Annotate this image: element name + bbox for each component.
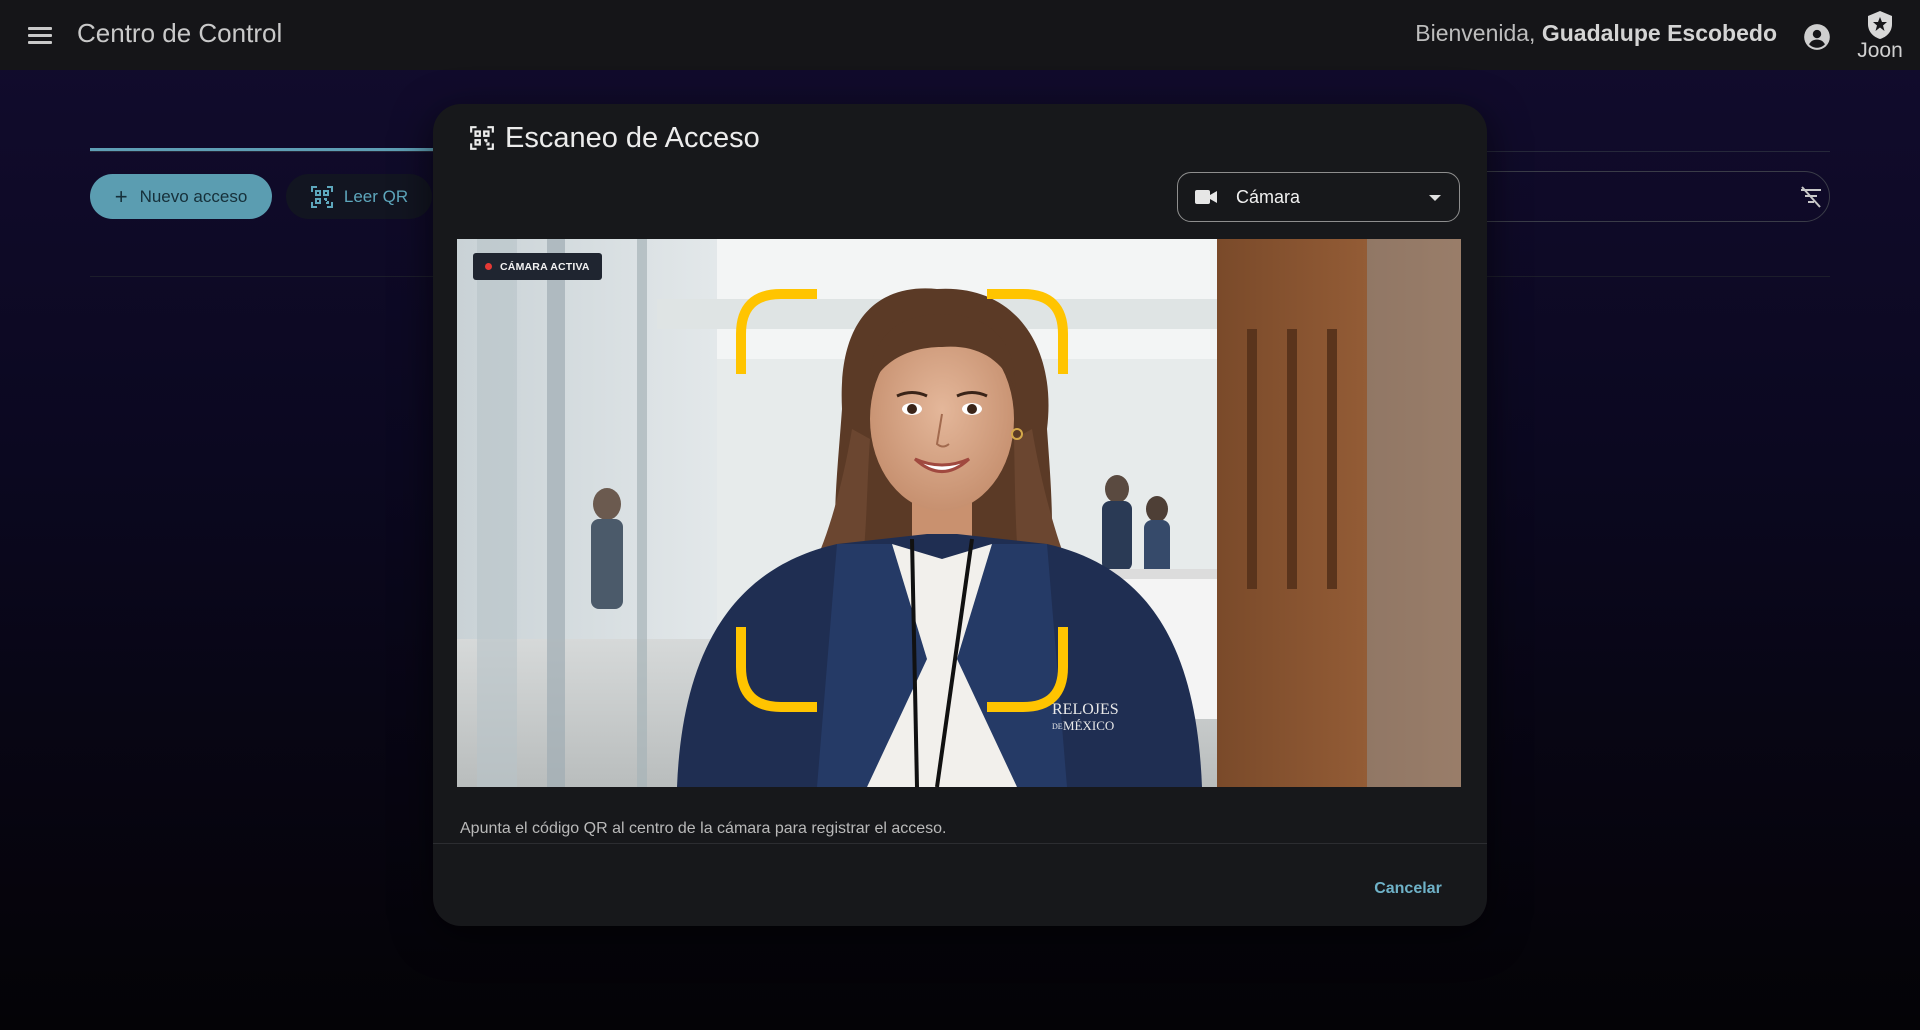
videocam-icon bbox=[1195, 190, 1217, 204]
new-access-label: Nuevo acceso bbox=[139, 186, 248, 206]
account-circle-icon[interactable] bbox=[1803, 23, 1831, 51]
menu-icon-bar bbox=[28, 34, 52, 37]
dialog-header: Escaneo de Acceso bbox=[469, 118, 760, 158]
scan-corner-bottom-left bbox=[736, 627, 817, 712]
access-scan-dialog: Escaneo de Acceso Cámara RELOJES DE MÉXI… bbox=[433, 104, 1487, 926]
read-qr-label: Leer QR bbox=[343, 186, 409, 206]
cancel-button[interactable]: Cancelar bbox=[1363, 870, 1453, 908]
menu-button[interactable] bbox=[26, 23, 54, 47]
dialog-title: Escaneo de Acceso bbox=[505, 121, 760, 154]
brand-logo: Joon bbox=[1852, 10, 1908, 62]
menu-icon-bar bbox=[28, 27, 52, 30]
read-qr-button[interactable]: Leer QR bbox=[286, 174, 432, 219]
welcome-prefix: Bienvenida, bbox=[1415, 20, 1536, 46]
filter-off-icon[interactable] bbox=[1798, 186, 1824, 208]
scan-corner-top-right bbox=[987, 289, 1068, 374]
scan-frame-overlay bbox=[736, 289, 1068, 712]
app-title: Centro de Control bbox=[77, 18, 283, 48]
user-name: Guadalupe Escobedo bbox=[1541, 20, 1777, 46]
dialog-divider bbox=[433, 843, 1487, 844]
scan-corner-bottom-right bbox=[987, 627, 1068, 712]
welcome-message: Bienvenida, Guadalupe Escobedo bbox=[1415, 20, 1777, 47]
shield-logo-icon bbox=[1868, 11, 1892, 39]
scan-instructions: Apunta el código QR al centro de la cáma… bbox=[460, 820, 947, 837]
new-access-button[interactable]: + Nuevo acceso bbox=[90, 174, 272, 219]
qr-scan-icon bbox=[310, 185, 333, 208]
search-field[interactable] bbox=[1440, 171, 1830, 222]
plus-icon: + bbox=[114, 183, 128, 209]
caret-down-icon bbox=[1429, 195, 1441, 201]
menu-icon-bar bbox=[28, 41, 52, 44]
qr-scan-icon bbox=[470, 126, 494, 150]
camera-source-select[interactable]: Cámara bbox=[1177, 172, 1460, 222]
scan-corner-top-left bbox=[736, 289, 817, 374]
top-app-bar: Centro de Control Bienvenida, Guadalupe … bbox=[0, 0, 1920, 70]
camera-preview: RELOJES DE MÉXICO CÁMARA ACTIVA bbox=[457, 239, 1461, 787]
brand-name: Joon bbox=[1857, 39, 1903, 62]
camera-source-value: Cámara bbox=[1236, 186, 1301, 207]
